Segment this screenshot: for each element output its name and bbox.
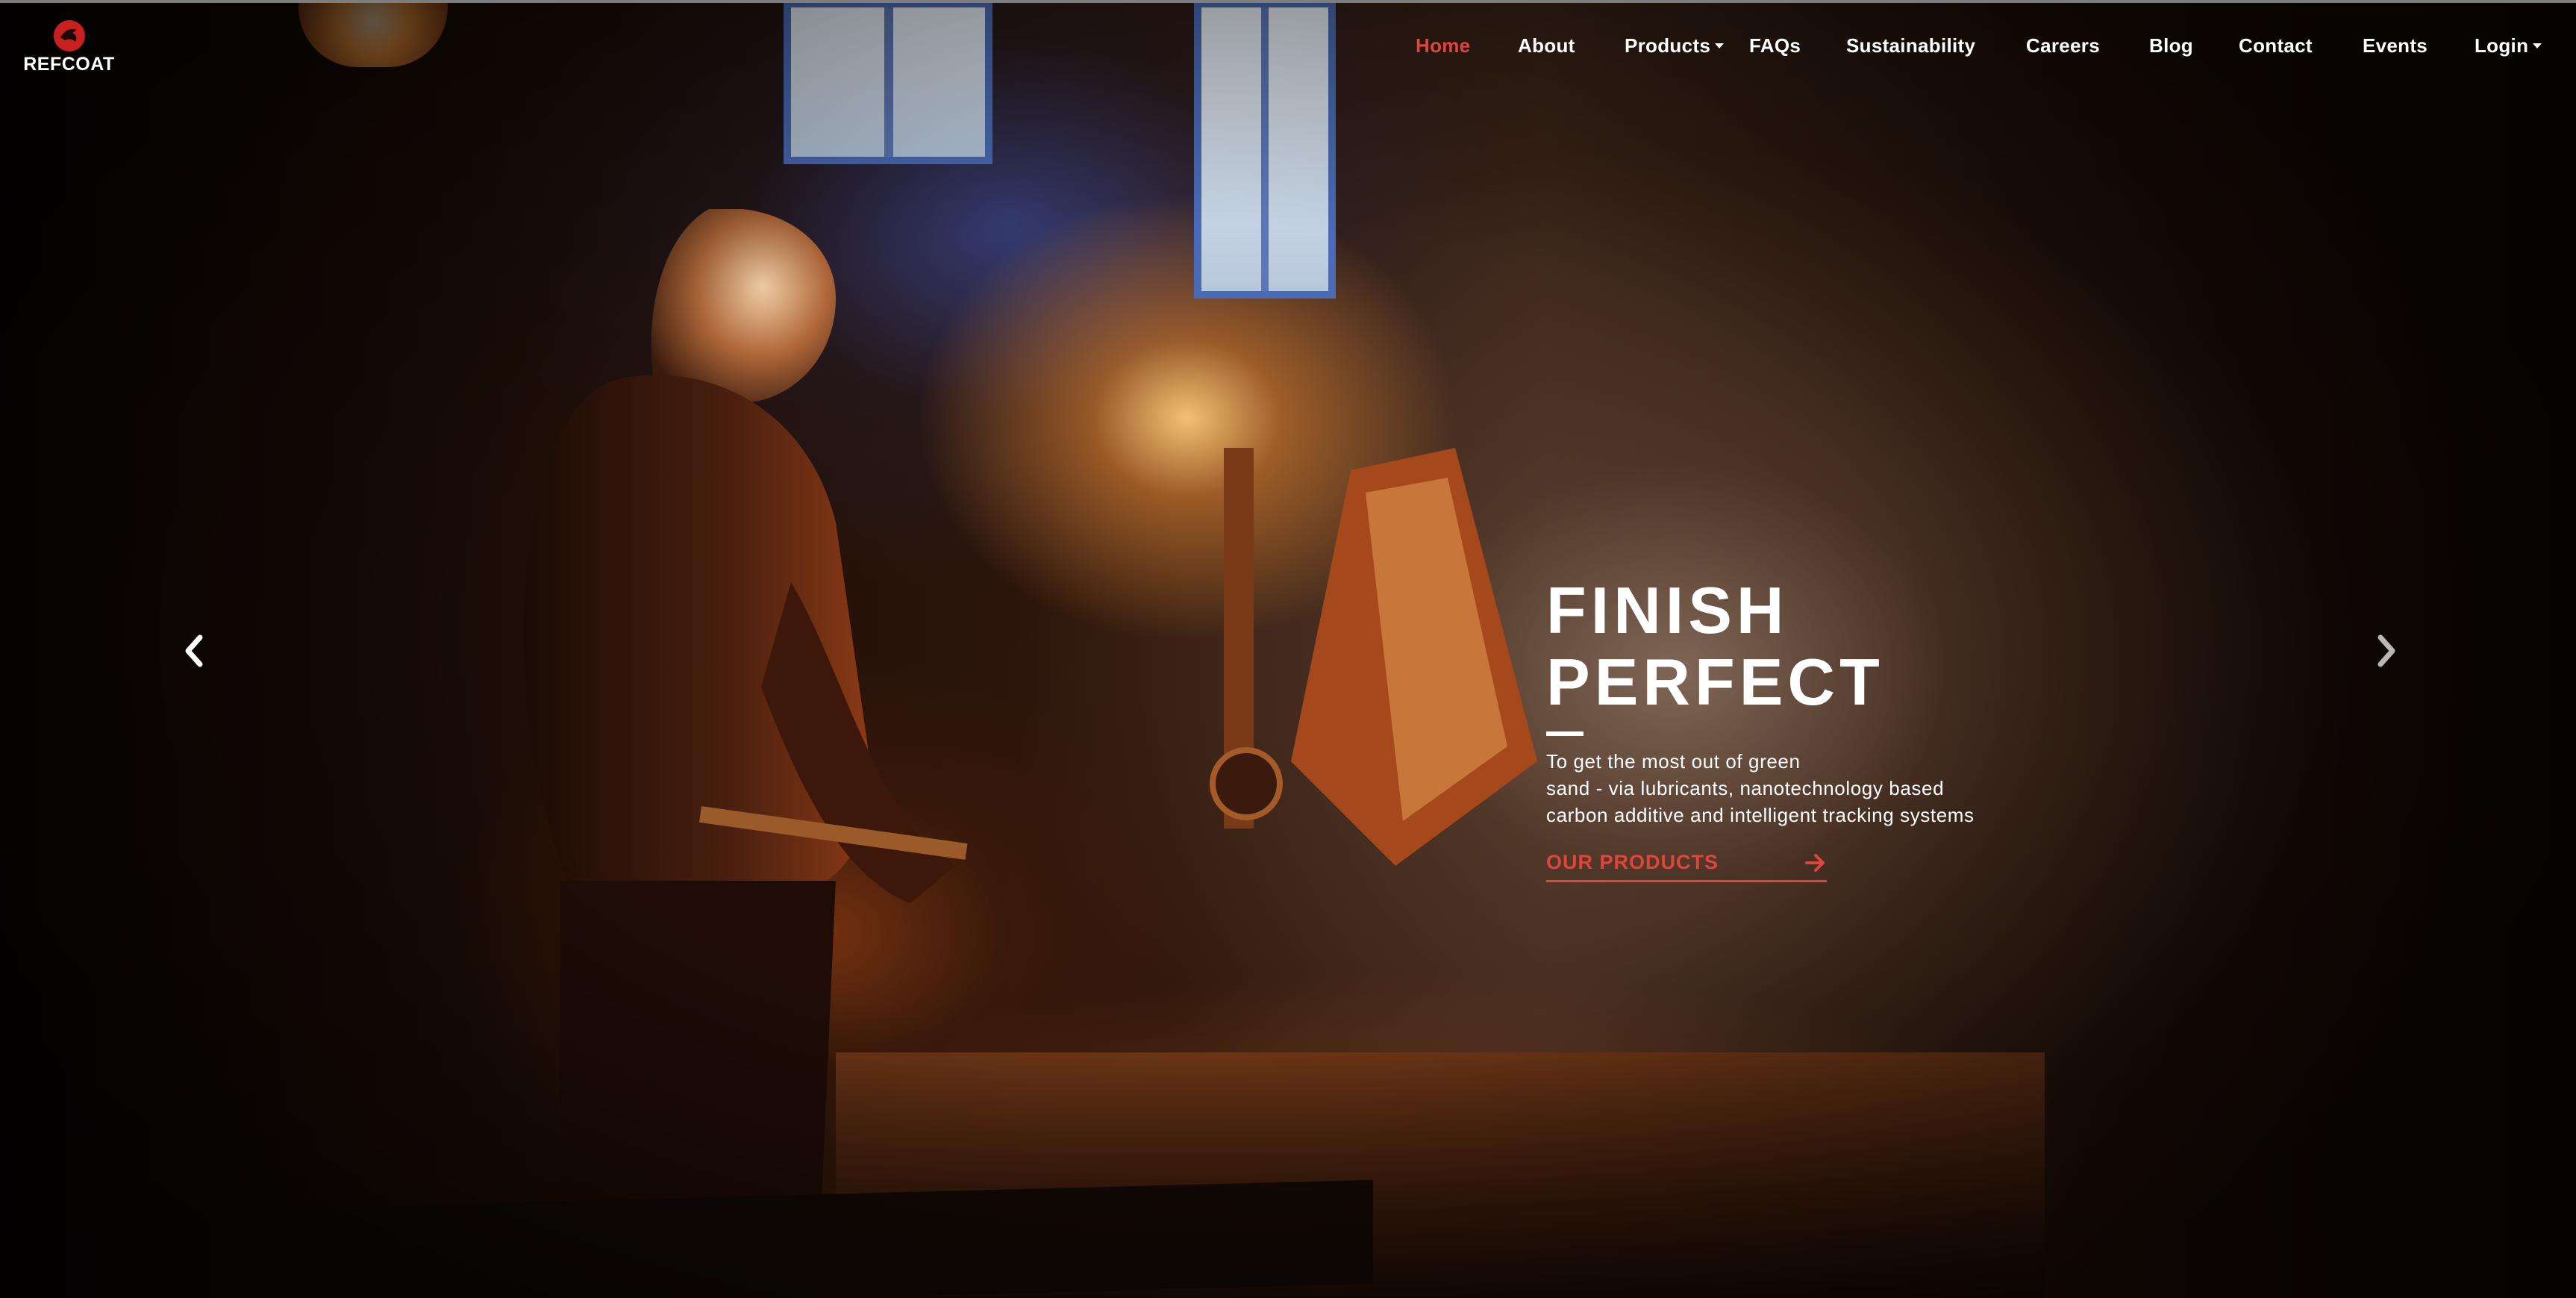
- chevron-right-icon: [2378, 634, 2395, 667]
- chevron-left-icon: [185, 634, 203, 667]
- arrow-right-icon: [1805, 853, 1825, 872]
- nav-faqs[interactable]: FAQs: [1749, 34, 1801, 57]
- nav-about[interactable]: About: [1518, 34, 1575, 57]
- nav-login-label: Login: [2475, 34, 2529, 57]
- nav-login[interactable]: Login: [2475, 34, 2542, 57]
- nav-sustainability[interactable]: Sustainability: [1846, 34, 1975, 57]
- nav-events[interactable]: Events: [2363, 34, 2427, 57]
- hero-carousel: REFCOAT Home About Products FAQs Sustain…: [0, 0, 2576, 1298]
- headline-divider: [1546, 731, 1584, 736]
- nav-products-label: Products: [1625, 34, 1711, 57]
- nav-blog[interactable]: Blog: [2149, 34, 2193, 57]
- nav-contact[interactable]: Contact: [2239, 34, 2313, 57]
- hero-headline-line-1: FINISH: [1546, 573, 1789, 647]
- nav-home[interactable]: Home: [1416, 34, 1470, 57]
- chevron-down-icon: [1715, 43, 1725, 49]
- hero-description: To get the most out of green sand - via …: [1546, 748, 2083, 829]
- nav-careers[interactable]: Careers: [2026, 34, 2100, 57]
- hero-caption: FINISH PERFECT To get the most out of gr…: [1546, 575, 2083, 882]
- hero-description-line-1: To get the most out of green: [1546, 750, 1801, 773]
- carousel-prev-button[interactable]: [179, 633, 209, 669]
- our-products-button[interactable]: OUR PRODUCTS: [1546, 851, 1827, 882]
- hero-description-line-3: carbon additive and intelligent tracking…: [1546, 804, 1975, 826]
- hero-description-line-2: sand - via lubricants, nanotechnology ba…: [1546, 777, 1945, 799]
- our-products-label: OUR PRODUCTS: [1546, 851, 1719, 873]
- chevron-down-icon: [2533, 43, 2542, 49]
- carousel-next-button[interactable]: [2372, 633, 2401, 669]
- hero-headline-line-2: PERFECT: [1546, 645, 1884, 719]
- hero-headline: FINISH PERFECT: [1546, 575, 2083, 718]
- nav-products[interactable]: Products: [1625, 34, 1725, 57]
- main-nav: Home About Products FAQs Sustainability …: [0, 34, 2576, 64]
- top-border: [0, 0, 2576, 3]
